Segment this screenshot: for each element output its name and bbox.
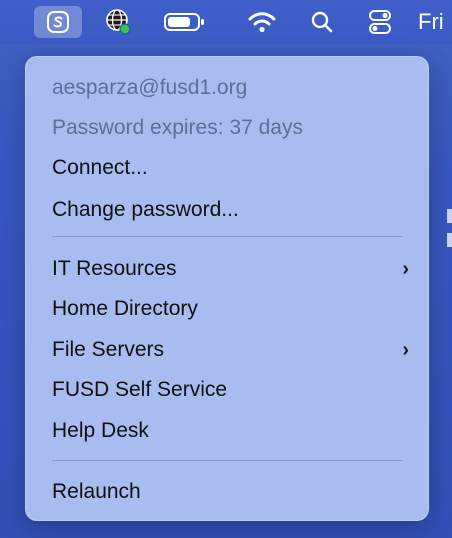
menu-separator: [52, 236, 402, 237]
desktop-background: Fri aesparza@fusd1.org Password expires:…: [0, 0, 452, 538]
home-directory-label: Home Directory: [52, 297, 198, 320]
menu-item-file-servers[interactable]: File Servers ›: [52, 334, 409, 366]
menu-item-change-password[interactable]: Change password...: [52, 194, 409, 226]
change-password-label: Change password...: [52, 198, 239, 221]
background-window-edge: [447, 233, 452, 247]
globe-glyph: [106, 9, 131, 35]
help-desk-label: Help Desk: [52, 419, 149, 442]
background-window-edge: [447, 209, 452, 223]
account-email-text: aesparza@fusd1.org: [52, 76, 248, 99]
menu-item-relaunch[interactable]: Relaunch: [52, 476, 409, 508]
menu-item-it-resources[interactable]: IT Resources ›: [52, 253, 409, 285]
network-globe-icon[interactable]: [98, 0, 138, 44]
self-service-app-icon[interactable]: [34, 6, 82, 38]
menu-item-help-desk[interactable]: Help Desk: [52, 415, 409, 447]
menu-bar: Fri: [0, 0, 452, 44]
battery-icon[interactable]: [160, 0, 210, 44]
self-service-dropdown-menu: aesparza@fusd1.org Password expires: 37 …: [25, 56, 429, 521]
search-icon[interactable]: [304, 0, 340, 44]
password-expiry-status: Password expires: 37 days: [52, 112, 409, 144]
chevron-right-icon: ›: [402, 338, 409, 361]
it-resources-label: IT Resources: [52, 257, 177, 280]
status-dot: [119, 23, 131, 35]
menu-separator: [52, 460, 402, 461]
menubar-clock[interactable]: Fri: [418, 0, 452, 44]
chevron-right-icon: ›: [402, 257, 409, 280]
search-glyph: [311, 11, 333, 33]
connect-label: Connect...: [52, 156, 148, 179]
self-service-label: FUSD Self Service: [52, 378, 228, 401]
file-servers-label: File Servers: [52, 338, 165, 361]
control-center-icon[interactable]: [362, 0, 398, 44]
menu-item-home-directory[interactable]: Home Directory: [52, 293, 409, 325]
control-center-glyph: [369, 10, 391, 34]
account-email: aesparza@fusd1.org: [52, 72, 409, 104]
menu-item-connect[interactable]: Connect...: [52, 152, 409, 184]
wifi-glyph: [248, 12, 276, 33]
password-expiry-text: Password expires: 37 days: [52, 116, 303, 139]
relaunch-label: Relaunch: [52, 480, 141, 503]
clock-label: Fri: [418, 9, 444, 34]
battery-glyph: [164, 13, 204, 31]
wifi-icon[interactable]: [242, 0, 282, 44]
menu-item-fusd-self-service[interactable]: FUSD Self Service: [52, 374, 409, 406]
self-service-glyph: [47, 11, 69, 33]
